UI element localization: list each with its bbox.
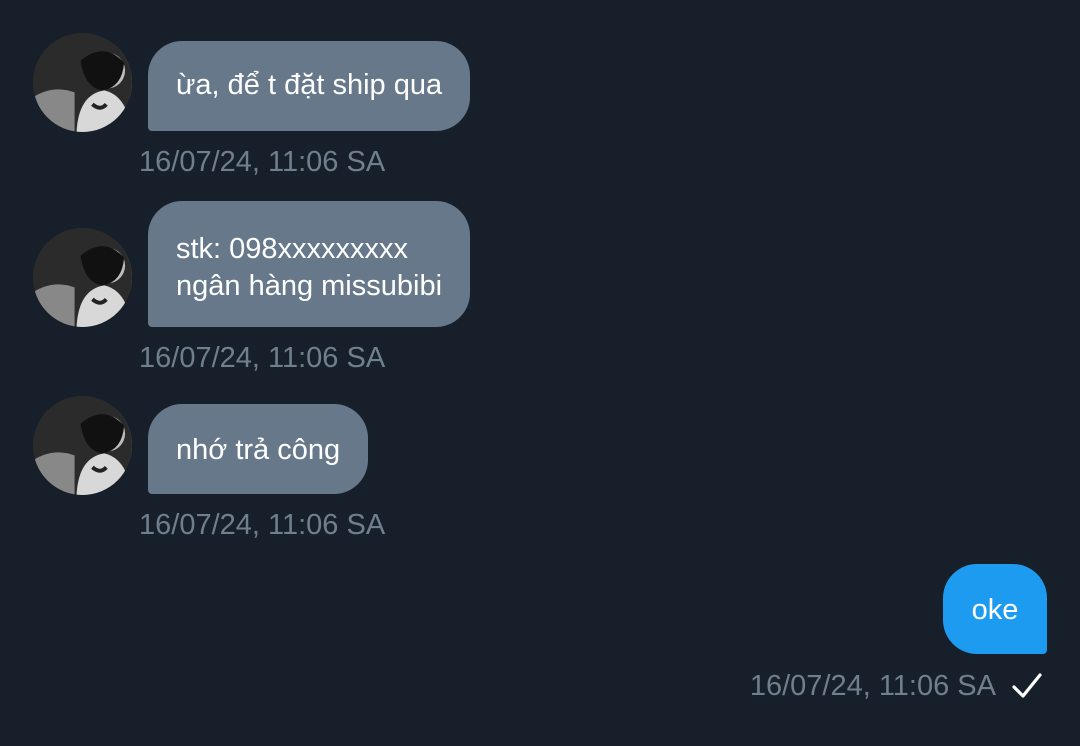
message-line: oke <box>971 594 1019 626</box>
sender-avatar[interactable] <box>33 228 132 327</box>
message-bubble[interactable]: stk: 098xxxxxxxxx ngân hàng missubibi <box>148 201 471 327</box>
avatar-image <box>33 228 132 327</box>
message-line: ừa, để t đặt ship qua <box>176 69 443 101</box>
message-line: stk: 098xxxxxxxxx <box>176 233 409 265</box>
message-bubble[interactable]: ừa, để t đặt ship qua <box>148 41 471 131</box>
message-timestamp: 16/07/24, 11:06 SA <box>139 146 386 178</box>
message-line: ngân hàng missubibi <box>176 270 443 302</box>
message-bubble[interactable]: oke <box>943 564 1047 654</box>
message-bubble[interactable]: nhớ trả công <box>148 404 369 494</box>
sender-avatar[interactable] <box>33 396 132 495</box>
message-timestamp: 16/07/24, 11:06 SA <box>749 670 996 702</box>
message-timestamp: 16/07/24, 11:06 SA <box>139 342 386 374</box>
message-line: nhớ trả công <box>176 434 341 466</box>
message-timestamp: 16/07/24, 11:06 SA <box>139 509 386 541</box>
avatar-image <box>33 33 132 132</box>
sender-avatar[interactable] <box>33 33 132 132</box>
check-icon <box>1012 673 1042 698</box>
avatar-image <box>33 396 132 495</box>
